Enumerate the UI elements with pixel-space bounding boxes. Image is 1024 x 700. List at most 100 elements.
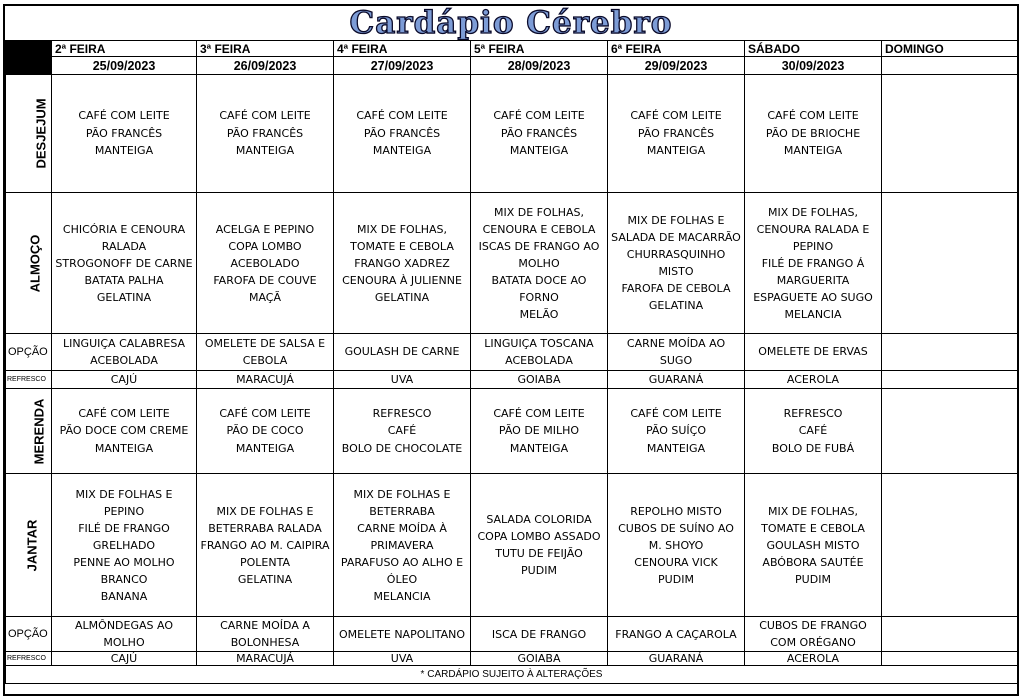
menu-item: POLENTA [240,555,290,569]
drink-cell [881,651,1018,666]
opcao-almoco-row-cell: OMELETE DE ERVAS [744,333,882,371]
menu-item: REFRESCO [783,406,843,420]
menu-item: PÃO DE BRIOCHE [765,126,861,140]
menu-item: CARNE MOÍDA À [357,521,447,535]
menu-item: COPA LOMBO [228,239,302,253]
menu-item: CAFÉ COM LEITE [493,406,585,420]
opcao-almoco-row-cell: LINGUIÇA TOSCANA ACEBOLADA [470,333,608,371]
almoco-row-cell: ACELGA E PEPINO COPA LOMBO ACEBOLADO FAROFA… [196,192,334,334]
jantar-row: JANTAR MIX DE FOLHAS E PEPINO FILÉ DE FRANG… [5,473,1018,617]
menu-item: MIX DE FOLHAS, [767,504,859,518]
desjejum-row-cell: CAFÉ COM LEITE PÃO FRANCÊS MANTEIGA [196,74,334,193]
menu-item: ACEBOLADO [230,256,300,270]
menu-item: ABÓBORA SAUTÉE [762,555,864,569]
drink-cell [881,370,1018,389]
menu-item: MANTEIGA [646,441,706,455]
drink-cell: UVA [333,651,471,666]
menu-item: FILÉ DE FRANGO Á [761,256,865,270]
menu-item: PUDIM [658,572,694,586]
menu-item: FORNO [519,290,559,304]
menu-item: GOULASH MISTO [766,538,860,552]
jantar-row-label-text: JANTAR [24,519,40,571]
menu-item: PÃO DE COCO [226,424,304,438]
refresco-jantar-row-label: REFRESCO [5,651,52,666]
menu-item: REFRESCO [372,406,432,420]
menu-item: CENOURA VICK [634,555,718,569]
menu-item: MANTEIGA [783,144,843,158]
menu-item: GELATINA [237,572,293,586]
day-date: 27/09/2023 [333,56,471,75]
menu-item: CARNE MOÍDA AO [626,336,726,350]
opcao-almoco-row-label: OPÇÃO [5,333,52,371]
menu-item: MIX DE FOLHAS E [627,214,725,227]
menu-item: CAFÉ COM LEITE [78,109,170,123]
desjejum-row: DESJEJUM CAFÉ COM LEITE PÃO FRANCÊS MANTEIG… [5,74,1018,193]
opcao-almoco-row-cell: OMELETE DE SALSA E CEBOLA [196,333,334,371]
menu-item: CENOURA À JULIENNE [342,273,462,287]
drink-cell: MARACUJÁ [196,651,334,666]
desjejum-row-cell: CAFÉ COM LEITE PÃO FRANCÊS MANTEIGA [333,74,471,193]
menu-title: Cardápio Cérebro [5,5,1017,40]
menu-item: BETERRABA RALADA [208,521,322,535]
menu-item: CEBOLA [242,354,288,367]
desjejum-row-cell: CAFÉ COM LEITE PÃO FRANCÊS MANTEIGA [51,74,197,193]
menu-item: ISCA DE FRANGO [491,627,587,641]
menu-item: TOMATE E CEBOLA [350,239,454,253]
jantar-row-cell: SALADA COLORIDA COPA LOMBO ASSADO TUTU DE … [470,473,608,617]
merenda-row-cell: CAFÉ COM LEITE PÃO DOCE COM CREME MANTEIGA [51,388,197,474]
drink-cell: GOIABA [470,651,608,666]
day-name: 4ª FEIRA [333,40,471,57]
menu-item: PARAFUSO AO ALHO E [340,555,464,569]
menu-item: MAÇÃ [248,290,282,304]
menu-item: FRANGO A CAÇAROLA [615,627,737,641]
merenda-row-cell: CAFÉ COM LEITE PÃO SUÍÇO MANTEIGA [607,388,745,474]
jantar-row-cell: REPOLHO MISTO CUBOS DE SUÍNO AO M. SHOYO CE… [607,473,745,617]
desjejum-row-cell: CAFÉ COM LEITE PÃO FRANCÊS MANTEIGA [470,74,608,193]
day-date: 25/09/2023 [51,56,197,75]
desjejum-row-cell: CAFÉ COM LEITE PÃO FRANCÊS MANTEIGA [607,74,745,193]
menu-item: PEPINO [103,504,145,518]
menu-item: MIX DE FOLHAS, [767,205,859,219]
drink-cell: GOIABA [470,370,608,389]
menu-item: PÃO FRANCÊS [363,126,441,140]
menu-item: M. SHOYO [648,538,704,552]
almoco-row-cell [881,192,1018,334]
menu-item: MOLHO [518,256,560,270]
header-corner [5,40,52,75]
day-date: 28/09/2023 [470,56,608,75]
almoco-row: ALMOÇO CHICÓRIA E CENOURA RALADA STROGONOFF… [5,192,1018,334]
date-row: 25/09/2023 26/09/2023 27/09/2023 28/09/2023… [6,56,1018,75]
menu-item: CARNE MOÍDA A [220,619,310,632]
menu-item: PÃO SUÍÇO [645,424,707,438]
opcao-jantar-row-cell: ALMÔNDEGAS AO MOLHO [51,616,197,652]
almoco-row-label: ALMOÇO [5,192,52,334]
menu-item: MIX DE FOLHAS E [216,504,314,518]
menu-item: CAFÉ COM LEITE [630,406,722,420]
day-name: 5ª FEIRA [470,40,608,57]
menu-item: PÃO FRANCÊS [226,126,304,140]
opcao-jantar-row-cell: ISCA DE FRANGO [470,616,608,652]
merenda-row-label-text: MERENDA [31,398,47,464]
menu-item: CAFÉ COM LEITE [630,109,722,123]
day-name: 6ª FEIRA [607,40,745,57]
opcao-almoco-row-cell: LINGUIÇA CALABRESA ACEBOLADA [51,333,197,371]
menu-item: CAFÉ COM LEITE [493,109,585,123]
menu-item: GELATINA [374,290,430,304]
desjejum-row-cell: CAFÉ COM LEITE PÃO DE BRIOCHE MANTEIGA [744,74,882,193]
menu-item: SUGO [659,354,693,367]
day-name: 3ª FEIRA [196,40,334,57]
menu-item: MIX DE FOLHAS, [356,222,448,236]
menu-item: TOMATE E CEBOLA [761,521,865,535]
opcao-jantar-row-cell: CUBOS DE FRANGO COM ORÉGANO [744,616,882,652]
menu-item: RALADA [101,239,147,253]
menu-item: PENNE AO MOLHO [73,555,175,569]
menu-item: CHURRASQUINHO [626,248,726,261]
day-name-row: 2ª FEIRA 3ª FEIRA 4ª FEIRA 5ª FEIRA 6ª FEIRA… [5,40,1018,75]
menu-item: MIX DE FOLHAS, [493,205,585,219]
menu-item: ACELGA E PEPINO [215,222,315,236]
merenda-row-cell: CAFÉ COM LEITE PÃO DE MILHO MANTEIGA [470,388,608,474]
menu-item: OMELETE DE ERVAS [758,345,868,359]
footer-row: * CARDÁPIO SUJEITO À ALTERAÇÕES [5,665,1018,684]
almoco-row-cell: MIX DE FOLHAS, CENOURA RALADA E PEPINO FILÉ… [744,192,882,334]
menu-item: FAROFA DE CEBOLA [621,282,731,295]
